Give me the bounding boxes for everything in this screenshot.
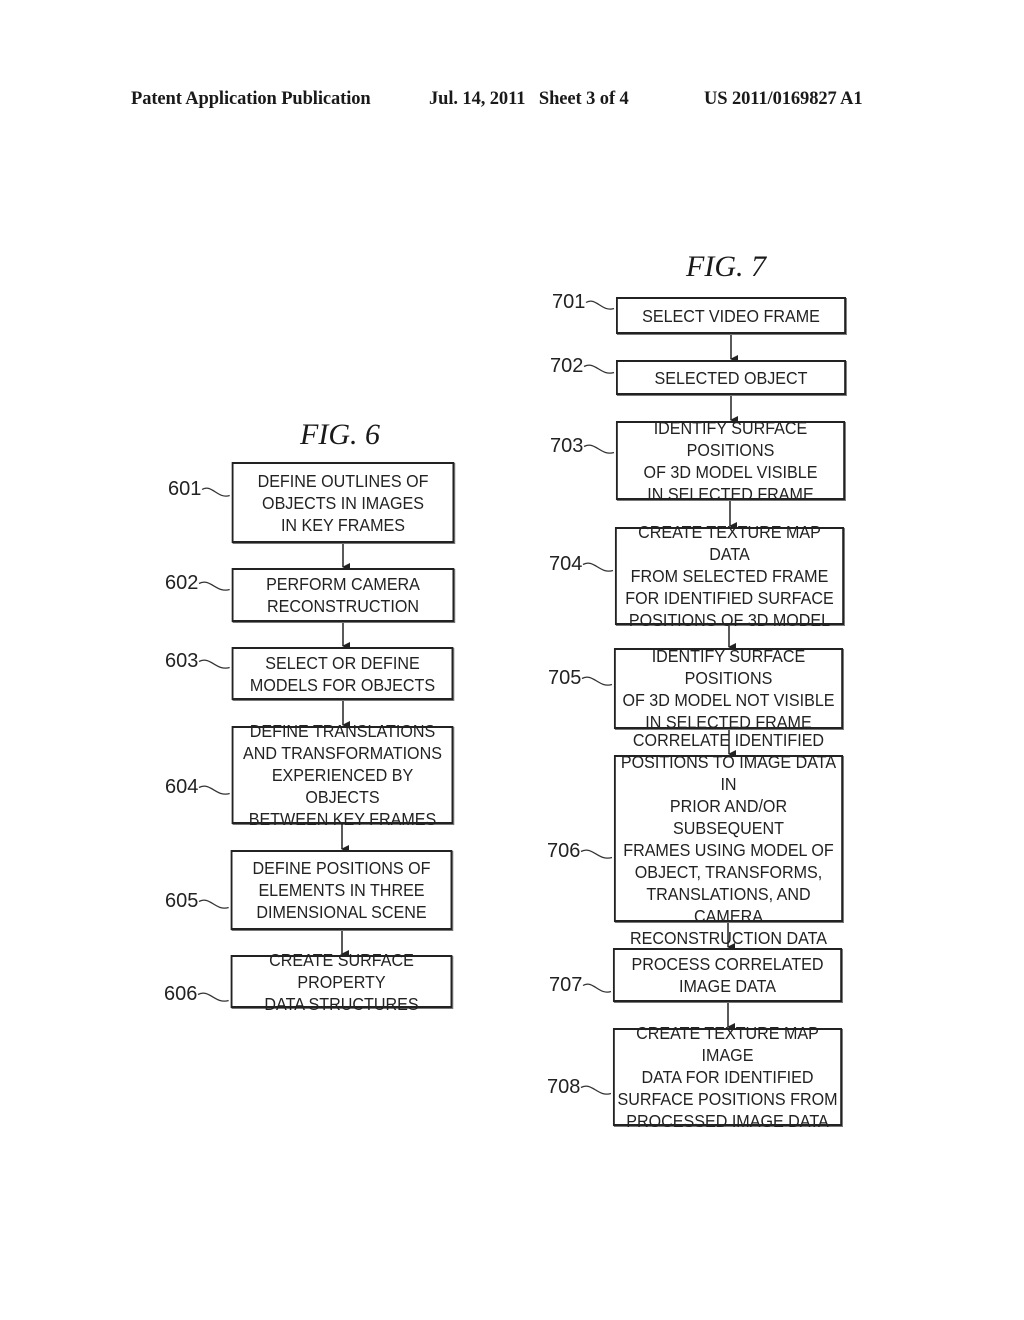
ref-605: 605 [165,890,199,912]
step-text: IDENTIFY SURFACE POSITIONS OF 3D MODEL N… [622,645,835,732]
leader-line [580,1085,612,1095]
leader-line [198,581,230,591]
ref-702: 702 [550,355,584,377]
fig7-step-707: PROCESS CORRELATED IMAGE DATA [612,948,843,1002]
leader-line [582,562,614,572]
leader-line [582,983,612,993]
leader-line [583,364,615,374]
fig7-title: FIG. 7 [686,250,766,283]
fig7-step-704: CREATE TEXTURE MAP DATA FROM SELECTED FR… [614,522,845,630]
ref-604: 604 [165,776,199,798]
step-text: CREATE TEXTURE MAP DATA FROM SELECTED FR… [625,522,834,630]
ref-601: 601 [168,478,202,500]
step-text: DEFINE OUTLINES OF OBJECTS IN IMAGES IN … [257,470,429,535]
fig7-step-703: IDENTIFY SURFACE POSITIONS OF 3D MODEL V… [615,418,846,504]
leader-line [583,444,615,454]
fig6-title: FIG. 6 [300,418,380,451]
fig6-step-604: DEFINE TRANSLATIONS AND TRANSFORMATIONS … [231,721,454,829]
ref-606: 606 [164,983,198,1005]
ref-703: 703 [550,435,584,457]
leader-line [198,785,230,795]
fig6-step-605: DEFINE POSITIONS OF ELEMENTS IN THREE DI… [230,850,453,930]
ref-701: 701 [552,291,586,313]
step-text: CORRELATE IDENTIFIED POSITIONS TO IMAGE … [620,729,837,948]
step-text: PROCESS CORRELATED IMAGE DATA [631,954,824,996]
ref-708: 708 [547,1076,581,1098]
fig6-step-603: SELECT OR DEFINE MODELS FOR OBJECTS [231,647,454,700]
step-text: PERFORM CAMERA RECONSTRUCTION [266,574,420,616]
leader-line [201,487,230,497]
leader-line [198,659,230,669]
date-sheet: Jul. 14, 2011 Sheet 3 of 4 [429,89,629,109]
fig6-step-602: PERFORM CAMERA RECONSTRUCTION [231,568,455,622]
step-text: SELECT OR DEFINE MODELS FOR OBJECTS [249,652,436,695]
step-text: IDENTIFY SURFACE POSITIONS OF 3D MODEL V… [643,417,818,504]
ref-602: 602 [165,572,199,594]
step-text: DEFINE TRANSLATIONS AND TRANSFORMATIONS … [243,721,442,829]
ref-706: 706 [547,840,581,862]
leader-line [197,992,229,1002]
leader-line [198,899,229,909]
step-text: CREATE SURFACE PROPERTY DATA STRUCTURES [264,949,419,1014]
ref-603: 603 [165,650,199,672]
ref-707: 707 [549,974,583,996]
step-text: CREATE TEXTURE MAP IMAGE DATA FOR IDENTI… [617,1023,838,1131]
fig7-step-705: IDENTIFY SURFACE POSITIONS OF 3D MODEL N… [613,646,844,732]
leader-line [585,300,615,310]
ref-705: 705 [548,667,582,689]
fig7-step-702: SELECTED OBJECT [616,360,846,395]
ref-704: 704 [549,553,583,575]
fig7-step-706: CORRELATE IDENTIFIED POSITIONS TO IMAGE … [613,730,844,948]
step-text: SELECT VIDEO FRAME [642,305,820,326]
fig6-step-601: DEFINE OUTLINES OF OBJECTS IN IMAGES IN … [231,462,455,543]
leader-line [581,676,613,686]
leader-line [580,849,613,859]
fig7-step-708: CREATE TEXTURE MAP IMAGE DATA FOR IDENTI… [612,1023,843,1131]
step-text: DEFINE POSITIONS OF ELEMENTS IN THREE DI… [252,858,431,922]
step-text: SELECTED OBJECT [654,367,808,388]
fig6-step-606: CREATE SURFACE PROPERTY DATA STRUCTURES [230,950,453,1014]
fig7-step-701: SELECT VIDEO FRAME [616,297,846,334]
publication-type: Patent Application Publication [131,89,371,109]
connectors [197,300,738,1095]
patent-number: US 2011/0169827 A1 [704,89,863,109]
